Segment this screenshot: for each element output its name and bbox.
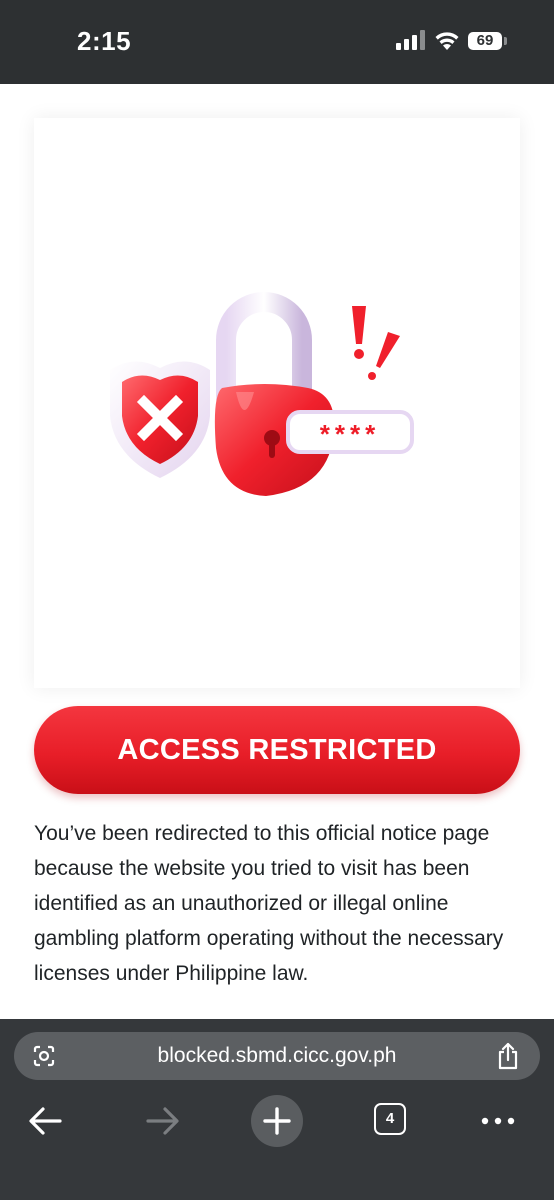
padlock-shield-password-illustration: **** [110,292,414,496]
new-tab-button[interactable] [251,1095,303,1147]
tab-count[interactable]: 4 [374,1103,406,1135]
padlock-shackle [216,292,312,408]
access-restricted-banner: ACCESS RESTRICTED [34,706,520,794]
navigation-row: 4 [0,1095,554,1147]
address-bar[interactable]: blocked.sbmd.cicc.gov.ph [14,1032,540,1080]
status-time: 2:15 [77,26,132,56]
status-bar: 2:15 69 [0,0,554,84]
back-arrow-icon[interactable] [26,1095,66,1147]
url-text[interactable]: blocked.sbmd.cicc.gov.ph [14,1032,540,1080]
forward-button[interactable] [142,1095,182,1147]
browser-toolbar: blocked.sbmd.cicc.gov.ph 4 [0,1019,554,1200]
more-dots-icon[interactable] [478,1095,518,1147]
cellular-signal-icon [396,30,425,50]
battery-icon: 69 [468,32,502,50]
forward-arrow-icon[interactable] [142,1095,182,1147]
exclamation-marks-icon [352,306,400,380]
share-icon[interactable] [496,1042,520,1070]
back-button[interactable] [26,1095,66,1147]
wifi-icon [435,32,459,50]
google-lens-icon[interactable] [32,1044,56,1068]
tabs-button[interactable]: 4 [374,1095,410,1147]
notice-paragraph: You’ve been redirected to this official … [34,822,504,985]
hero-card: **** [34,118,520,688]
battery-tip [504,37,507,45]
plus-icon[interactable] [251,1095,303,1147]
password-mask: **** [320,419,380,449]
more-button[interactable] [478,1095,518,1147]
